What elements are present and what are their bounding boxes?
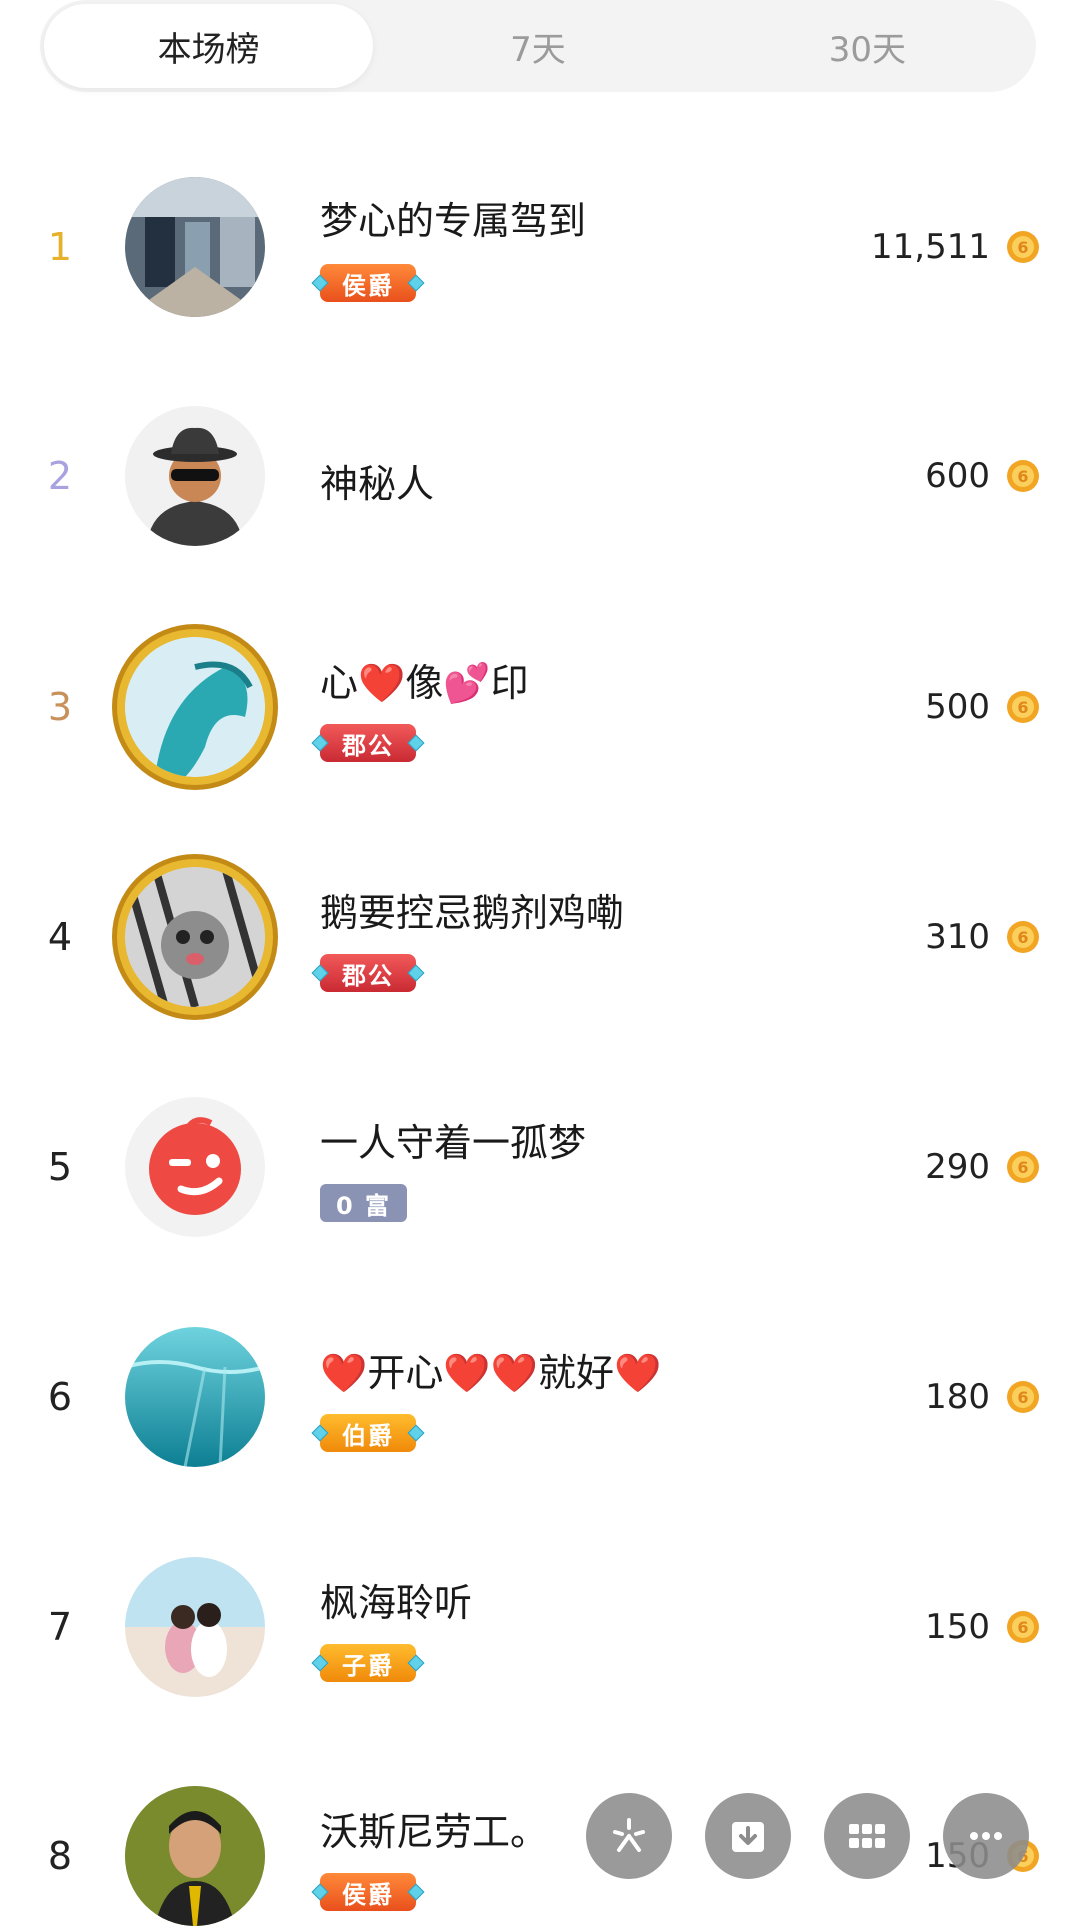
user-name: 梦心的专属驾到 bbox=[320, 199, 587, 243]
avatar[interactable] bbox=[125, 1557, 265, 1697]
svg-text:6: 6 bbox=[1017, 928, 1028, 947]
rank-badge: 伯爵 bbox=[320, 1414, 416, 1452]
coin-icon: 6 bbox=[1007, 231, 1039, 263]
rank-number: 5 bbox=[47, 1145, 73, 1189]
score-value: 290 bbox=[925, 1147, 990, 1187]
svg-text:6: 6 bbox=[1017, 467, 1028, 486]
svg-text:6: 6 bbox=[1017, 1388, 1028, 1407]
rank-number: 7 bbox=[47, 1605, 73, 1649]
avatar[interactable] bbox=[125, 177, 265, 317]
coin-icon: 6 bbox=[1007, 1151, 1039, 1183]
score-value: 500 bbox=[925, 687, 990, 727]
download-button[interactable] bbox=[705, 1793, 791, 1879]
grid-icon bbox=[849, 1824, 885, 1848]
list-item[interactable]: 4 鹅要控忌鹅剂鸡嘞 郡公 310 6 bbox=[0, 862, 1080, 1012]
list-item[interactable]: 5 一人守着一孤梦 0 富 290 6 bbox=[0, 1092, 1080, 1242]
rank-badge: 0 富 bbox=[320, 1184, 408, 1222]
more-icon bbox=[970, 1832, 1002, 1840]
download-icon bbox=[732, 1822, 764, 1852]
rank-number: 3 bbox=[47, 685, 73, 729]
more-button[interactable] bbox=[943, 1793, 1029, 1879]
list-item[interactable]: 8 沃斯尼劳工。 侯爵 150 6 bbox=[0, 1781, 1080, 1931]
user-name: 一人守着一孤梦 bbox=[320, 1121, 587, 1165]
list-item[interactable]: 6 ❤️开心❤️❤️就好❤️ 伯爵 180 6 bbox=[0, 1322, 1080, 1472]
sparkle-icon bbox=[613, 1818, 645, 1852]
rank-number: 8 bbox=[47, 1834, 73, 1878]
svg-text:6: 6 bbox=[1017, 238, 1028, 257]
avatar[interactable] bbox=[125, 1097, 265, 1237]
coin-icon: 6 bbox=[1007, 921, 1039, 953]
tab-7-days[interactable]: 7天 bbox=[373, 4, 702, 88]
sparkle-button[interactable] bbox=[586, 1793, 672, 1879]
ranking-tabs: 本场榜 7天 30天 bbox=[40, 0, 1036, 92]
coin-icon: 6 bbox=[1007, 1611, 1039, 1643]
user-name: 沃斯尼劳工。 bbox=[320, 1810, 549, 1854]
score-value: 600 bbox=[925, 456, 990, 496]
score-value: 11,511 bbox=[871, 227, 990, 267]
user-name: 心❤️像💕印 bbox=[320, 661, 529, 705]
rank-number: 6 bbox=[47, 1375, 73, 1419]
coin-icon: 6 bbox=[1007, 1381, 1039, 1413]
avatar[interactable] bbox=[125, 406, 265, 546]
rank-badge: 侯爵 bbox=[320, 1873, 416, 1911]
avatar[interactable] bbox=[125, 1786, 265, 1926]
wink-face-icon bbox=[125, 1097, 265, 1237]
list-item[interactable]: 3 心❤️像💕印 郡公 500 6 bbox=[0, 632, 1080, 782]
coin-icon: 6 bbox=[1007, 460, 1039, 492]
rank-number: 4 bbox=[47, 915, 73, 959]
svg-text:6: 6 bbox=[1017, 1618, 1028, 1637]
user-name: 神秘人 bbox=[320, 462, 435, 506]
score-value: 150 bbox=[925, 1607, 990, 1647]
rank-badge: 子爵 bbox=[320, 1644, 416, 1682]
user-name: 鹅要控忌鹅剂鸡嘞 bbox=[320, 891, 625, 935]
svg-text:6: 6 bbox=[1017, 698, 1028, 717]
list-item[interactable]: 7 枫海聆听 子爵 150 6 bbox=[0, 1552, 1080, 1702]
user-name: 枫海聆听 bbox=[320, 1581, 473, 1625]
rank-number: 2 bbox=[47, 454, 73, 498]
coin-icon: 6 bbox=[1007, 691, 1039, 723]
rank-badge: 郡公 bbox=[320, 724, 416, 762]
avatar[interactable] bbox=[125, 1327, 265, 1467]
score-value: 180 bbox=[925, 1377, 990, 1417]
list-item[interactable]: 2 神秘人 600 6 bbox=[0, 401, 1080, 551]
list-item[interactable]: 1 梦心的专属驾到 侯爵 11,511 6 bbox=[0, 172, 1080, 322]
tab-current-session[interactable]: 本场榜 bbox=[44, 4, 374, 88]
rank-number: 1 bbox=[47, 225, 73, 269]
mystery-person-icon bbox=[125, 406, 265, 546]
tab-30-days[interactable]: 30天 bbox=[703, 4, 1032, 88]
avatar[interactable] bbox=[125, 867, 265, 1007]
avatar[interactable] bbox=[125, 637, 265, 777]
rank-badge: 郡公 bbox=[320, 954, 416, 992]
grid-button[interactable] bbox=[824, 1793, 910, 1879]
rank-badge: 侯爵 bbox=[320, 264, 416, 302]
user-name: ❤️开心❤️❤️就好❤️ bbox=[320, 1351, 662, 1395]
score-value: 310 bbox=[925, 917, 990, 957]
svg-text:6: 6 bbox=[1017, 1158, 1028, 1177]
